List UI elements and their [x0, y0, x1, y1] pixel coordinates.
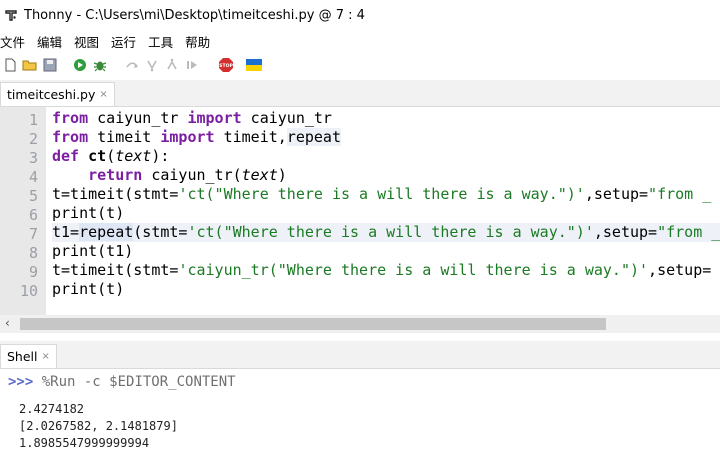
shell-command: %Run -c $EDITOR_CONTENT [41, 374, 236, 390]
menu-run[interactable]: 运行 [111, 32, 142, 51]
code-line: from timeit import timeit,repeat [52, 128, 341, 146]
menu-bar: 文件 编辑 视图 运行 工具 帮助 [0, 30, 720, 52]
menu-view[interactable]: 视图 [74, 32, 105, 51]
code-line: print(t) [52, 280, 125, 298]
window-title: Thonny - C:\Users\mi\Desktop\timeitceshi… [24, 7, 365, 23]
shell-output-line: [2.0267582, 2.1481879] [19, 419, 178, 433]
shell-prompt: >>> [8, 374, 34, 390]
code-line: print(t) [52, 204, 125, 222]
close-icon[interactable]: × [99, 89, 107, 100]
editor-horizontal-scrollbar[interactable]: ‹ [0, 315, 720, 333]
save-file-icon[interactable] [42, 57, 58, 73]
resume-icon[interactable] [184, 57, 200, 73]
step-over-icon[interactable] [124, 57, 140, 73]
shell-panel[interactable]: >>> %Run -c $EDITOR_CONTENT 2.4274182 [2… [0, 369, 720, 451]
shell-command-line: >>> %Run -c $EDITOR_CONTENT [8, 374, 236, 390]
tab-label: Shell [7, 349, 38, 364]
stop-icon[interactable]: STOP [218, 57, 234, 73]
code-line: print(t1) [52, 242, 134, 260]
tab-label: timeitceshi.py [7, 87, 96, 102]
step-into-icon[interactable] [144, 57, 160, 73]
editor-tab-bar: timeitceshi.py × [0, 80, 720, 107]
close-icon[interactable]: × [42, 351, 50, 362]
toolbar: STOP [0, 52, 720, 78]
tab-timeitceshi[interactable]: timeitceshi.py × [0, 82, 115, 106]
line-number: 6 [28, 206, 38, 224]
line-number: 9 [28, 263, 38, 281]
line-number: 2 [28, 130, 38, 148]
ukraine-flag-icon[interactable] [246, 57, 262, 73]
line-number-gutter: 1 2 3 4 5 6 7 8 9 10 [0, 107, 46, 315]
scrollbar-thumb[interactable] [20, 318, 606, 330]
shell-output-line: 2.4274182 [19, 402, 85, 416]
tab-shell[interactable]: Shell × [0, 344, 57, 368]
code-line: def ct(text): [52, 147, 170, 165]
line-number: 10 [19, 282, 38, 300]
code-line-current: t1=repeat(stmt='ct("Where there is a wil… [52, 223, 720, 242]
code-line: from caiyun_tr import caiyun_tr [52, 109, 332, 127]
thonny-app-icon [4, 8, 18, 22]
debug-icon[interactable] [92, 57, 108, 73]
step-out-icon[interactable] [164, 57, 180, 73]
code-line: t=timeit(stmt='caiyun_tr("Where there is… [52, 261, 712, 279]
line-number: 3 [28, 149, 38, 167]
line-number: 8 [28, 244, 38, 262]
menu-tools[interactable]: 工具 [148, 32, 179, 51]
code-lines: from caiyun_tr import caiyun_tr from tim… [52, 107, 720, 323]
shell-output-line: 1.8985547999999994 [19, 436, 150, 450]
shell-tab-bar: Shell × [0, 341, 720, 369]
line-number: 7 [28, 225, 38, 243]
code-editor[interactable]: 1 2 3 4 5 6 7 8 9 10 from caiyun_tr impo… [0, 107, 720, 315]
run-icon[interactable] [72, 57, 88, 73]
line-number: 4 [28, 168, 38, 186]
code-line: return caiyun_tr(text) [88, 166, 287, 184]
menu-file[interactable]: 文件 [0, 32, 31, 51]
title-bar: Thonny - C:\Users\mi\Desktop\timeitceshi… [0, 0, 720, 30]
code-line: t=timeit(stmt='ct("Where there is a will… [52, 185, 712, 203]
line-number: 5 [28, 187, 38, 205]
scroll-left-icon[interactable]: ‹ [5, 316, 10, 330]
open-file-icon[interactable] [22, 57, 38, 73]
menu-edit[interactable]: 编辑 [37, 32, 68, 51]
menu-help[interactable]: 帮助 [185, 32, 216, 51]
svg-text:STOP: STOP [219, 63, 233, 69]
line-number: 1 [28, 111, 38, 129]
new-file-icon[interactable] [2, 57, 18, 73]
